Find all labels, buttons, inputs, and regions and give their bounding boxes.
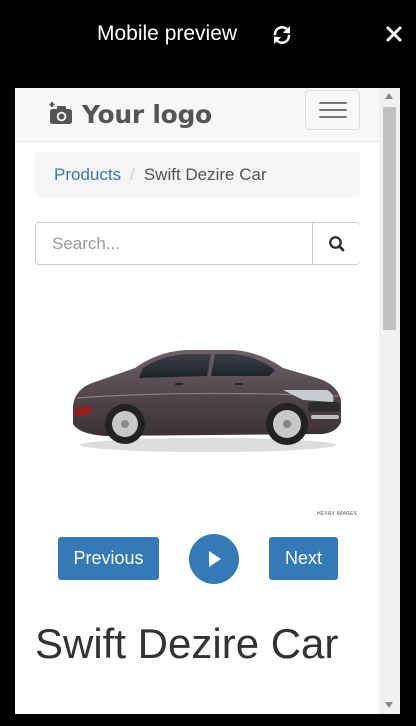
product-title: Swift Dezire Car <box>35 620 339 667</box>
search-input[interactable] <box>36 223 312 264</box>
logo-text: Your logo <box>82 99 212 129</box>
breadcrumb-current: Swift Dezire Car <box>143 165 267 184</box>
preview-title: Mobile preview <box>97 22 238 45</box>
search-icon <box>329 236 345 252</box>
image-watermark: HEXAX IMAGES <box>317 511 358 517</box>
menu-toggle-button[interactable] <box>305 90 360 130</box>
search-button[interactable] <box>312 223 360 264</box>
previous-button[interactable]: Previous <box>58 537 159 580</box>
site-logo[interactable]: Your logo <box>48 98 212 130</box>
car-image <box>65 338 350 458</box>
breadcrumb-separator: / <box>130 165 135 184</box>
refresh-icon[interactable] <box>271 24 293 46</box>
mobile-preview-frame: Your logo Products / Swift Dezire Car Se… <box>15 88 400 714</box>
scroll-up-arrow-icon[interactable] <box>385 93 393 99</box>
preview-titlebar: Mobile preview <box>0 0 416 70</box>
play-button[interactable] <box>189 534 239 584</box>
scrollbar-thumb[interactable] <box>383 107 396 330</box>
vertical-scrollbar[interactable] <box>379 88 400 714</box>
navbar: Your logo <box>15 88 379 142</box>
close-icon[interactable] <box>384 24 404 44</box>
breadcrumb-products-link[interactable]: Products <box>54 165 121 184</box>
scroll-down-arrow-icon[interactable] <box>385 702 393 708</box>
hamburger-icon <box>319 102 347 104</box>
camera-plus-icon <box>48 101 74 127</box>
breadcrumb: Products / Swift Dezire Car <box>35 152 360 197</box>
search-form <box>35 222 360 265</box>
next-button[interactable]: Next <box>269 537 338 580</box>
play-icon <box>209 551 221 567</box>
